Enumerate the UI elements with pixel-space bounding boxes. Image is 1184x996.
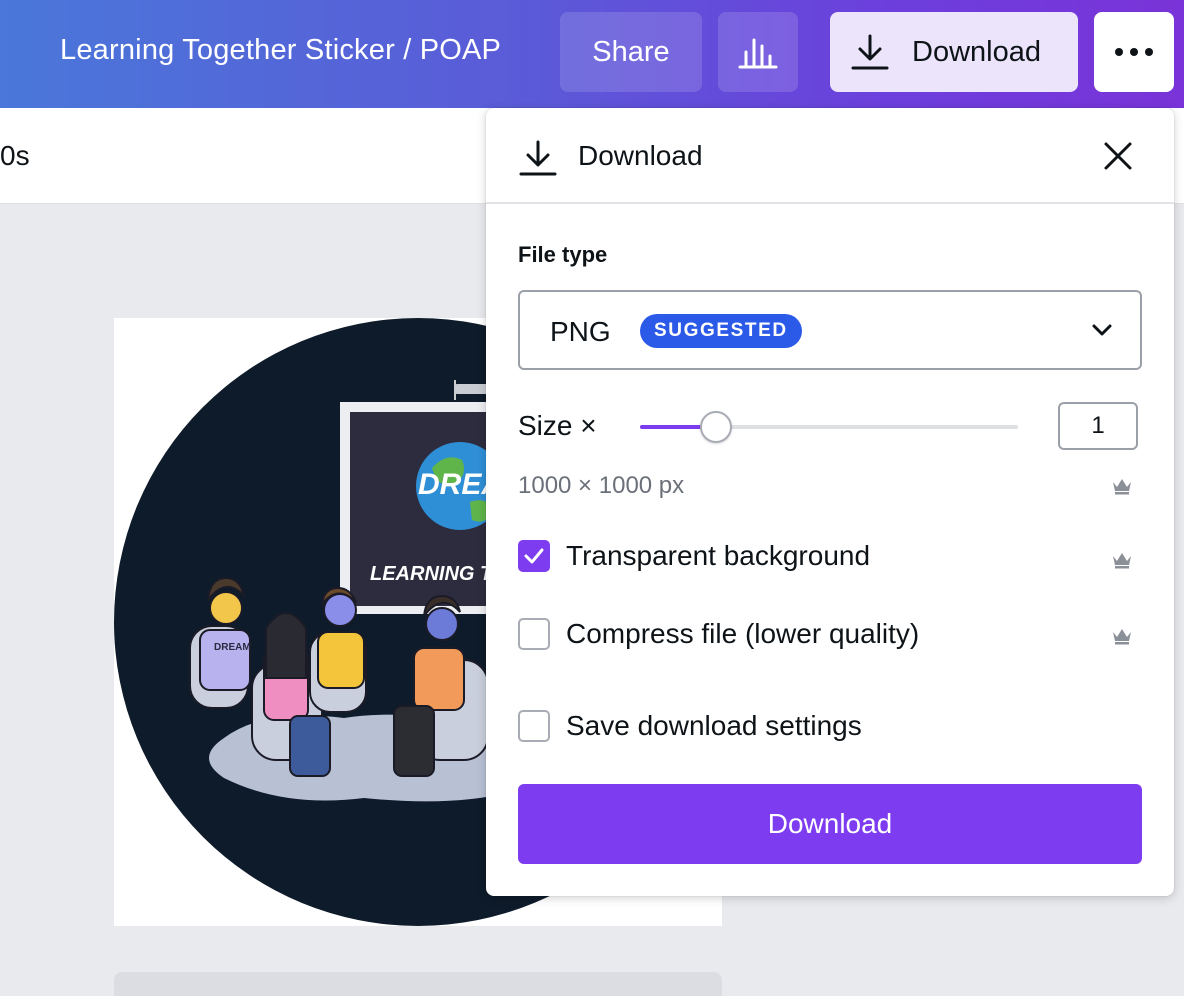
file-type-select[interactable]: PNG SUGGESTED	[518, 290, 1142, 370]
document-title[interactable]: Learning Together Sticker / POAP	[60, 34, 501, 67]
bar-chart-icon	[738, 38, 778, 69]
transparent-background-label: Transparent background	[566, 540, 871, 571]
size-label: Size ×	[518, 410, 597, 441]
transparent-background-option[interactable]: Transparent background	[518, 536, 870, 576]
dimensions-text: 1000 × 1000 px	[518, 472, 685, 499]
transparent-background-checkbox[interactable]	[518, 540, 550, 572]
file-type-label: File type	[518, 242, 608, 267]
save-settings-label: Save download settings	[566, 710, 862, 741]
insights-button[interactable]	[718, 12, 798, 92]
chevron-down-icon	[1092, 324, 1112, 336]
crown-icon	[1113, 479, 1131, 495]
share-button[interactable]: Share	[560, 12, 702, 92]
download-icon	[519, 140, 557, 176]
size-input[interactable]: 1	[1058, 402, 1138, 450]
crown-icon	[1113, 629, 1131, 645]
top-bar: Learning Together Sticker / POAP Share D…	[0, 0, 1184, 108]
next-page-preview[interactable]	[114, 972, 722, 996]
download-top-label: Download	[912, 35, 1041, 68]
panel-title: Download	[578, 140, 703, 171]
artwork-shirt-text: DREAM	[214, 642, 251, 653]
download-button[interactable]: Download	[518, 784, 1142, 864]
compress-file-option[interactable]: Compress file (lower quality)	[518, 614, 919, 654]
close-icon	[1104, 142, 1132, 170]
more-horizontal-icon	[1115, 48, 1153, 56]
check-icon	[524, 548, 544, 564]
save-settings-option[interactable]: Save download settings	[518, 706, 862, 746]
panel-header: Download	[486, 108, 1174, 204]
download-top-button[interactable]: Download	[830, 12, 1078, 92]
close-panel-button[interactable]	[1098, 136, 1138, 176]
crown-icon	[1113, 553, 1131, 569]
download-panel: Download File type PNG SUGGESTED Size × …	[486, 108, 1174, 896]
download-icon	[851, 34, 889, 70]
compress-file-checkbox[interactable]	[518, 618, 550, 650]
file-type-value: PNG	[550, 316, 611, 347]
slider-thumb[interactable]	[700, 411, 732, 443]
compress-file-label: Compress file (lower quality)	[566, 618, 920, 649]
duration-button[interactable]: 0s	[0, 140, 30, 172]
size-slider[interactable]	[640, 408, 1018, 448]
save-settings-checkbox[interactable]	[518, 710, 550, 742]
more-options-button[interactable]	[1094, 12, 1174, 92]
suggested-badge: SUGGESTED	[640, 314, 802, 348]
